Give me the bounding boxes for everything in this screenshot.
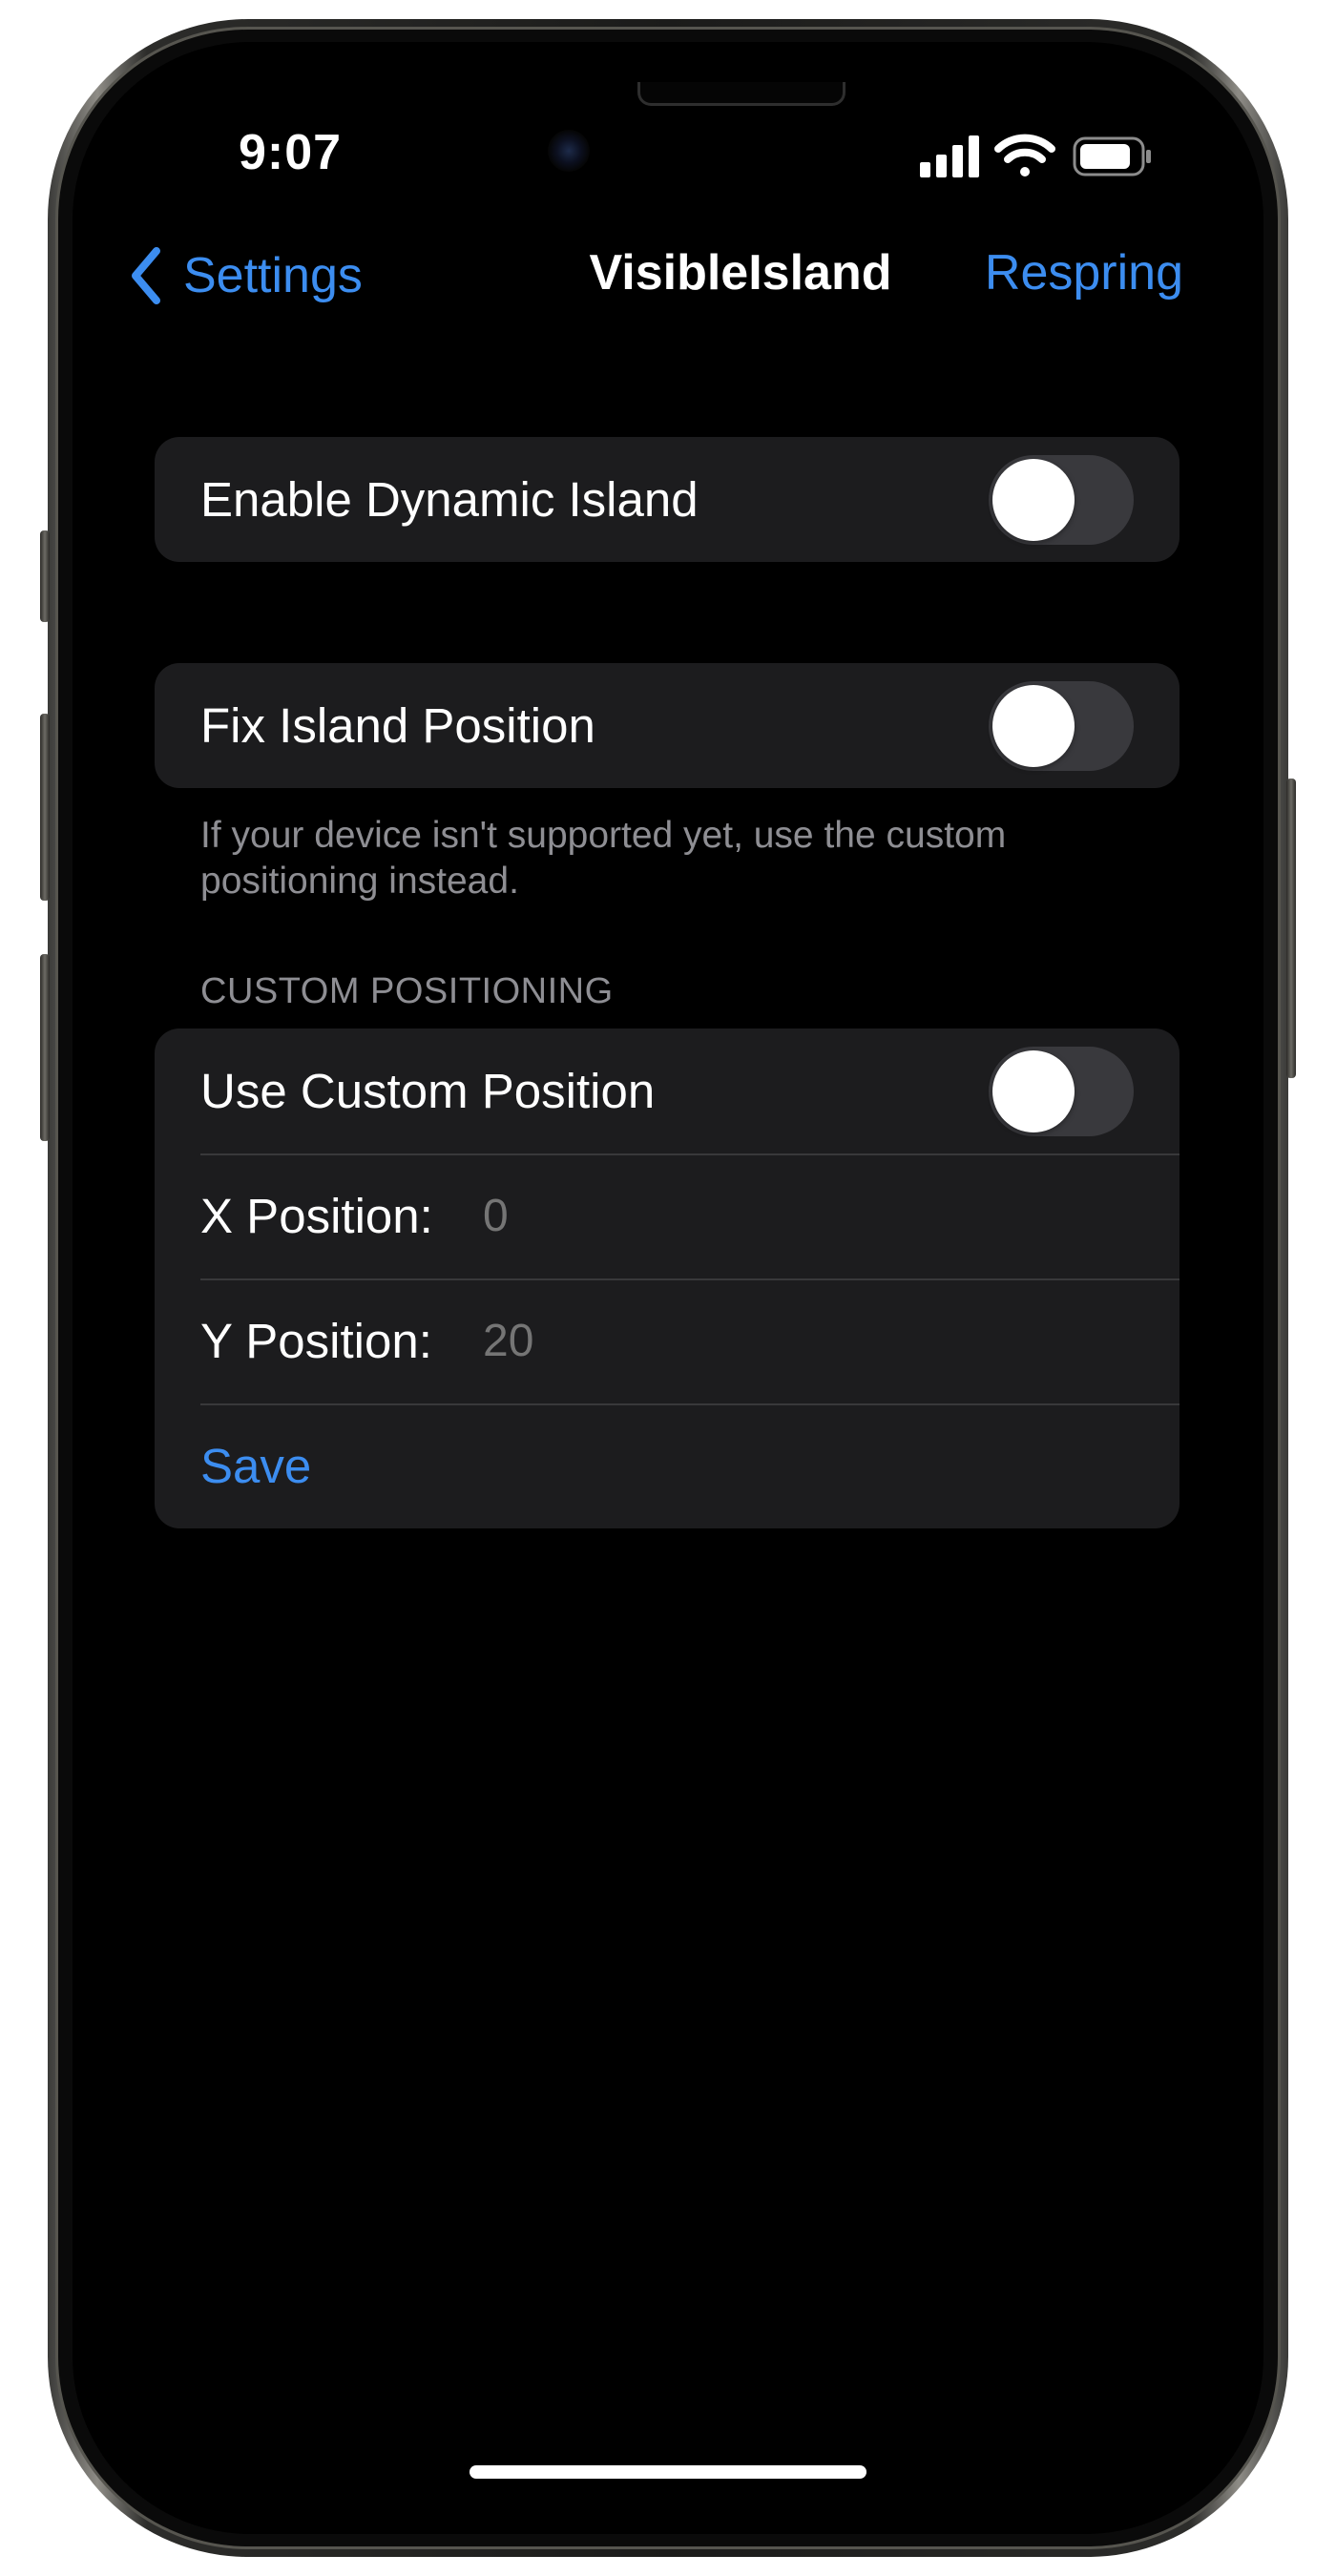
back-button[interactable]: Settings <box>130 242 363 309</box>
use-custom-position-row: Use Custom Position <box>155 1028 1179 1153</box>
toggle-knob <box>992 684 1075 767</box>
enable-dynamic-island-toggle[interactable] <box>989 454 1134 545</box>
use-custom-position-label: Use Custom Position <box>200 1064 656 1118</box>
cellular-signal-icon <box>920 135 979 177</box>
enable-dynamic-island-row: Enable Dynamic Island <box>155 437 1179 562</box>
page-title: VisibleIsland <box>589 245 892 301</box>
enable-dynamic-island-label: Enable Dynamic Island <box>200 472 699 527</box>
use-custom-position-toggle[interactable] <box>989 1046 1134 1136</box>
x-position-input[interactable] <box>483 1190 1179 1242</box>
wifi-icon <box>994 134 1055 177</box>
fix-island-position-label: Fix Island Position <box>200 698 595 753</box>
earpiece-speaker <box>637 82 845 106</box>
back-label: Settings <box>183 248 363 303</box>
save-button[interactable]: Save <box>200 1438 311 1494</box>
status-icons <box>920 134 1168 179</box>
y-position-label: Y Position: <box>200 1314 432 1368</box>
fix-position-footer: If your device isn't supported yet, use … <box>200 815 1007 902</box>
fix-island-position-toggle[interactable] <box>989 680 1134 771</box>
toggle-knob <box>992 1049 1075 1132</box>
volume-down-button <box>40 954 50 1141</box>
respring-button[interactable]: Respring <box>985 244 1183 301</box>
front-camera-icon <box>548 130 590 172</box>
toggle-knob <box>992 458 1075 541</box>
power-button <box>1286 779 1296 1078</box>
save-row: Save <box>155 1403 1179 1528</box>
x-position-label: X Position: <box>200 1189 433 1243</box>
home-indicator[interactable] <box>470 2465 866 2479</box>
volume-up-button <box>40 714 50 901</box>
y-position-row: Y Position: <box>155 1278 1179 1403</box>
dynamic-island-group: Enable Dynamic Island <box>155 437 1179 562</box>
custom-positioning-group: Use Custom Position X Position: Y Positi… <box>155 1028 1179 1528</box>
fix-position-group: Fix Island Position <box>155 663 1179 788</box>
battery-icon <box>1073 136 1151 177</box>
y-position-input[interactable] <box>483 1315 1179 1367</box>
section-header-custom-positioning: CUSTOM POSITIONING <box>200 971 614 1011</box>
screen: 9:07 Settings VisibleIsland Respring Ena… <box>73 42 1263 2534</box>
status-time: 9:07 <box>239 125 343 180</box>
x-position-row: X Position: <box>155 1153 1179 1278</box>
fix-island-position-row: Fix Island Position <box>155 663 1179 788</box>
action-button <box>40 530 50 622</box>
chevron-left-icon <box>132 247 160 304</box>
